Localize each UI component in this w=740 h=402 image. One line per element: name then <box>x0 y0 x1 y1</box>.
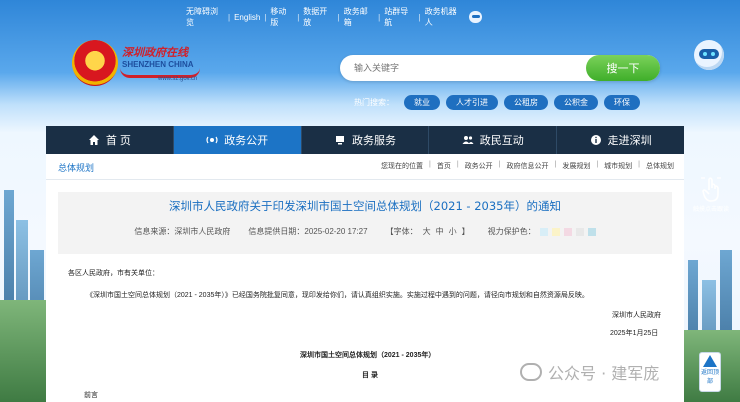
logo-chinese-text: 深圳政府在线 <box>122 46 188 59</box>
color-swatch-gray[interactable] <box>575 227 584 236</box>
hot-tag-talent[interactable]: 人才引进 <box>446 95 498 110</box>
robot-mascot-icon[interactable] <box>694 40 724 70</box>
search-button[interactable]: 搜一下 <box>586 55 660 81</box>
breadcrumb-urban-plan[interactable]: 城市规划 <box>604 161 632 171</box>
breadcrumb-info-disclosure[interactable]: 政府信息公开 <box>507 161 549 171</box>
font-size-control: 【字体： 大 中 小 】 <box>386 226 470 237</box>
preface[interactable]: 前言 <box>84 390 98 400</box>
mobile-link[interactable]: 移动版 <box>266 6 297 28</box>
touch-hand-icon[interactable] <box>700 176 722 204</box>
watermark: 公众号 · 建军庞 <box>520 360 659 384</box>
breadcrumb-gov-affairs[interactable]: 政务公开 <box>465 161 493 171</box>
article-meta: 信息来源：深圳市人民政府 信息提供日期：2025-02-20 17:27 【字体… <box>58 226 672 237</box>
hot-tag-employment[interactable]: 就业 <box>404 95 440 110</box>
accessibility-link[interactable]: 无障碍浏览 <box>182 6 228 28</box>
nav-about-shenzhen-label: 走进深圳 <box>607 135 652 147</box>
color-swatch-blue[interactable] <box>539 227 548 236</box>
info-icon <box>590 135 601 145</box>
nav-home[interactable]: 首 页 <box>46 126 174 154</box>
search-box: 搜一下 <box>340 55 660 81</box>
home-icon <box>88 135 99 145</box>
broadcast-icon <box>206 136 218 144</box>
english-link[interactable]: English <box>230 13 264 22</box>
article-header: 深圳市人民政府关于印发深圳市国土空间总体规划（2021 - 2035年）的通知 … <box>58 192 672 254</box>
vision-protection-colors: 视力保护色： <box>488 226 596 237</box>
site-nav-link[interactable]: 站群导航 <box>380 6 418 28</box>
robot-icon[interactable] <box>468 11 482 23</box>
main-nav: 首 页 政务公开 政务服务 政民互动 走进深圳 <box>46 126 684 154</box>
vision-protection-label: 视力保护色： <box>487 227 536 236</box>
nav-interaction-label: 政民互动 <box>479 135 524 147</box>
breadcrumb-bar: 总体规划 您现在的位置 | 首页 | 政务公开 | 政府信息公开 | 发展规划 | 城市规… <box>46 154 684 180</box>
info-date: 信息提供日期：2025-02-20 17:27 <box>248 227 368 236</box>
color-swatch-cyan[interactable] <box>587 227 596 236</box>
monitor-icon <box>335 136 344 145</box>
nav-gov-services[interactable]: 政务服务 <box>302 126 430 154</box>
top-utility-bar: 无障碍浏览 | English | 移动版 | 数据开放 | 政务邮箱 | 站群导航 | 政… <box>182 6 482 28</box>
nav-about-shenzhen[interactable]: 走进深圳 <box>557 126 684 154</box>
font-size-label: 【字体： <box>385 227 418 236</box>
font-size-small[interactable]: 小 <box>449 226 457 237</box>
national-emblem-icon: ★ <box>72 40 118 86</box>
nav-home-label: 首 页 <box>105 135 131 147</box>
table-of-contents-heading: 目 录 <box>362 372 378 379</box>
breadcrumb-development-plan[interactable]: 发展规划 <box>562 161 590 171</box>
skyline-decoration-left <box>0 180 46 402</box>
breadcrumb: 您现在的位置 | 首页 | 政务公开 | 政府信息公开 | 发展规划 | 城市规划 | 总体… <box>381 161 674 171</box>
watermark-text: 公众号 · 建军庞 <box>548 364 660 383</box>
nav-gov-affairs[interactable]: 政务公开 <box>173 126 302 154</box>
font-size-medium[interactable]: 中 <box>436 226 444 237</box>
color-swatch-yellow[interactable] <box>551 227 560 236</box>
wechat-icon <box>520 363 542 381</box>
signature: 深圳市人民政府 <box>612 312 661 319</box>
breadcrumb-master-plan[interactable]: 总体规划 <box>646 161 674 171</box>
nav-gov-services-label: 政务服务 <box>351 135 396 147</box>
color-swatch-pink[interactable] <box>563 227 572 236</box>
nav-gov-affairs-label: 政务公开 <box>224 135 269 147</box>
hot-search-label: 热门搜索： <box>354 98 394 107</box>
section-title: 总体规划 <box>58 163 95 173</box>
users-icon <box>462 136 474 144</box>
arrow-up-icon <box>703 355 717 367</box>
breadcrumb-home[interactable]: 首页 <box>437 161 451 171</box>
breadcrumb-location-label: 您现在的位置 <box>381 163 424 170</box>
font-size-large[interactable]: 大 <box>423 226 431 237</box>
touch-read-note: 触摸点击跟读 <box>692 207 729 213</box>
nav-interaction[interactable]: 政民互动 <box>429 126 558 154</box>
info-source: 信息来源：深圳市人民政府 <box>134 227 231 236</box>
hot-search: 热门搜索： 就业 人才引进 公租房 公积金 环保 <box>354 95 640 110</box>
site-logo[interactable]: ★ 深圳政府在线 SHENZHEN CHINA www.sz.gov.cn <box>72 40 204 90</box>
back-to-top-label: 返回顶部 <box>700 370 719 385</box>
sign-date: 2025年1月25日 <box>610 330 659 337</box>
subtitle: 深圳市国土空间总体规划（2021 - 2035年） <box>300 352 436 359</box>
gov-mail-link[interactable]: 政务邮箱 <box>340 6 378 28</box>
article-title: 深圳市人民政府关于印发深圳市国土空间总体规划（2021 - 2035年）的通知 <box>169 199 561 213</box>
logo-url: www.sz.gov.cn <box>158 76 198 82</box>
hot-tag-public-housing[interactable]: 公租房 <box>504 95 548 110</box>
gov-robot-link[interactable]: 政务机器人 <box>421 6 467 28</box>
search-input[interactable] <box>354 60 584 76</box>
back-to-top-button[interactable]: 返回顶部 <box>699 352 721 392</box>
paragraph: 《深圳市国土空间总体规划（2021 - 2035年）》已经国务院批复同意，现印发… <box>86 292 589 299</box>
hot-tag-environment[interactable]: 环保 <box>604 95 640 110</box>
hot-tag-housing-fund[interactable]: 公积金 <box>554 95 598 110</box>
salutation: 各区人民政府，市有关单位： <box>68 270 159 277</box>
open-data-link[interactable]: 数据开放 <box>299 6 337 28</box>
font-size-close: 】 <box>461 227 470 236</box>
